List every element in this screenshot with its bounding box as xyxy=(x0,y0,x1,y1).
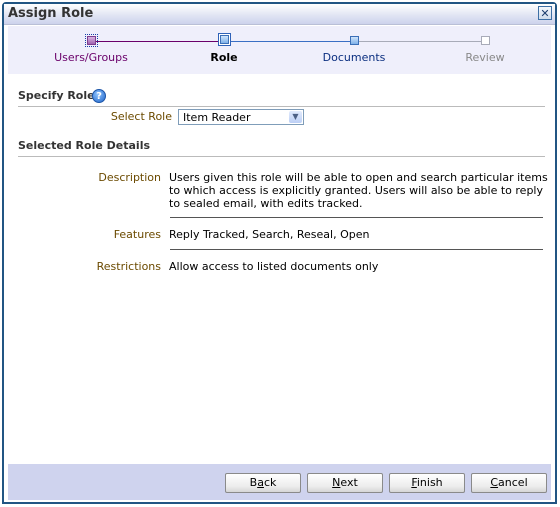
finish-button[interactable]: Finish xyxy=(389,473,465,493)
next-button-label-post: ext xyxy=(340,476,358,489)
title-bar[interactable]: Assign Role ✕ xyxy=(4,4,555,25)
train-connector-visited xyxy=(92,41,222,42)
restrictions-label: Restrictions xyxy=(96,260,161,273)
cancel-button-label-post: ancel xyxy=(498,476,528,489)
train-connector-future xyxy=(358,41,486,42)
details-divider xyxy=(18,156,545,157)
back-button-label-post: ck xyxy=(263,476,277,489)
select-role-label: Select Role xyxy=(110,110,172,123)
description-label: Description xyxy=(98,171,161,184)
step-role-label: Role xyxy=(210,51,238,64)
specify-role-divider xyxy=(18,106,545,107)
dialog-title: Assign Role xyxy=(8,6,94,21)
wizard-train: Users/Groups Role Documents Review xyxy=(8,26,551,74)
step-users-groups-icon[interactable] xyxy=(85,34,98,47)
features-value: Reply Tracked, Search, Reseal, Open xyxy=(169,228,370,241)
step-role-icon xyxy=(218,33,231,46)
step-users-groups-link[interactable]: Users/Groups xyxy=(41,51,141,64)
step-review-icon xyxy=(481,36,490,45)
select-role-value: Item Reader xyxy=(183,111,251,124)
specify-role-heading: Specify Role xyxy=(18,89,95,102)
cancel-button-mnemonic: C xyxy=(490,476,499,489)
chevron-down-icon[interactable]: ▼ xyxy=(289,111,302,123)
next-button[interactable]: Next xyxy=(307,473,383,493)
step-documents-link[interactable]: Documents xyxy=(304,51,404,64)
assign-role-dialog: Assign Role ✕ Users/Groups Role Document… xyxy=(2,2,557,504)
restrictions-value: Allow access to listed documents only xyxy=(169,260,379,273)
description-value: Users given this role will be able to op… xyxy=(169,171,548,210)
train-connector-current xyxy=(227,41,354,42)
description-separator xyxy=(170,217,543,218)
finish-button-label-post: inish xyxy=(416,476,443,489)
back-button[interactable]: Back xyxy=(225,473,301,493)
features-separator xyxy=(170,249,543,250)
step-documents-icon[interactable] xyxy=(350,36,359,45)
select-role-dropdown[interactable]: Item Reader ▼ xyxy=(178,109,304,125)
help-icon[interactable]: ? xyxy=(92,89,106,103)
selected-role-details-heading: Selected Role Details xyxy=(18,139,151,152)
close-icon[interactable]: ✕ xyxy=(538,6,552,20)
features-label: Features xyxy=(113,228,161,241)
button-bar: Back Next Finish Cancel xyxy=(8,464,551,500)
step-review-label: Review xyxy=(465,51,505,64)
cancel-button[interactable]: Cancel xyxy=(471,473,547,493)
back-button-mnemonic: a xyxy=(257,476,264,489)
